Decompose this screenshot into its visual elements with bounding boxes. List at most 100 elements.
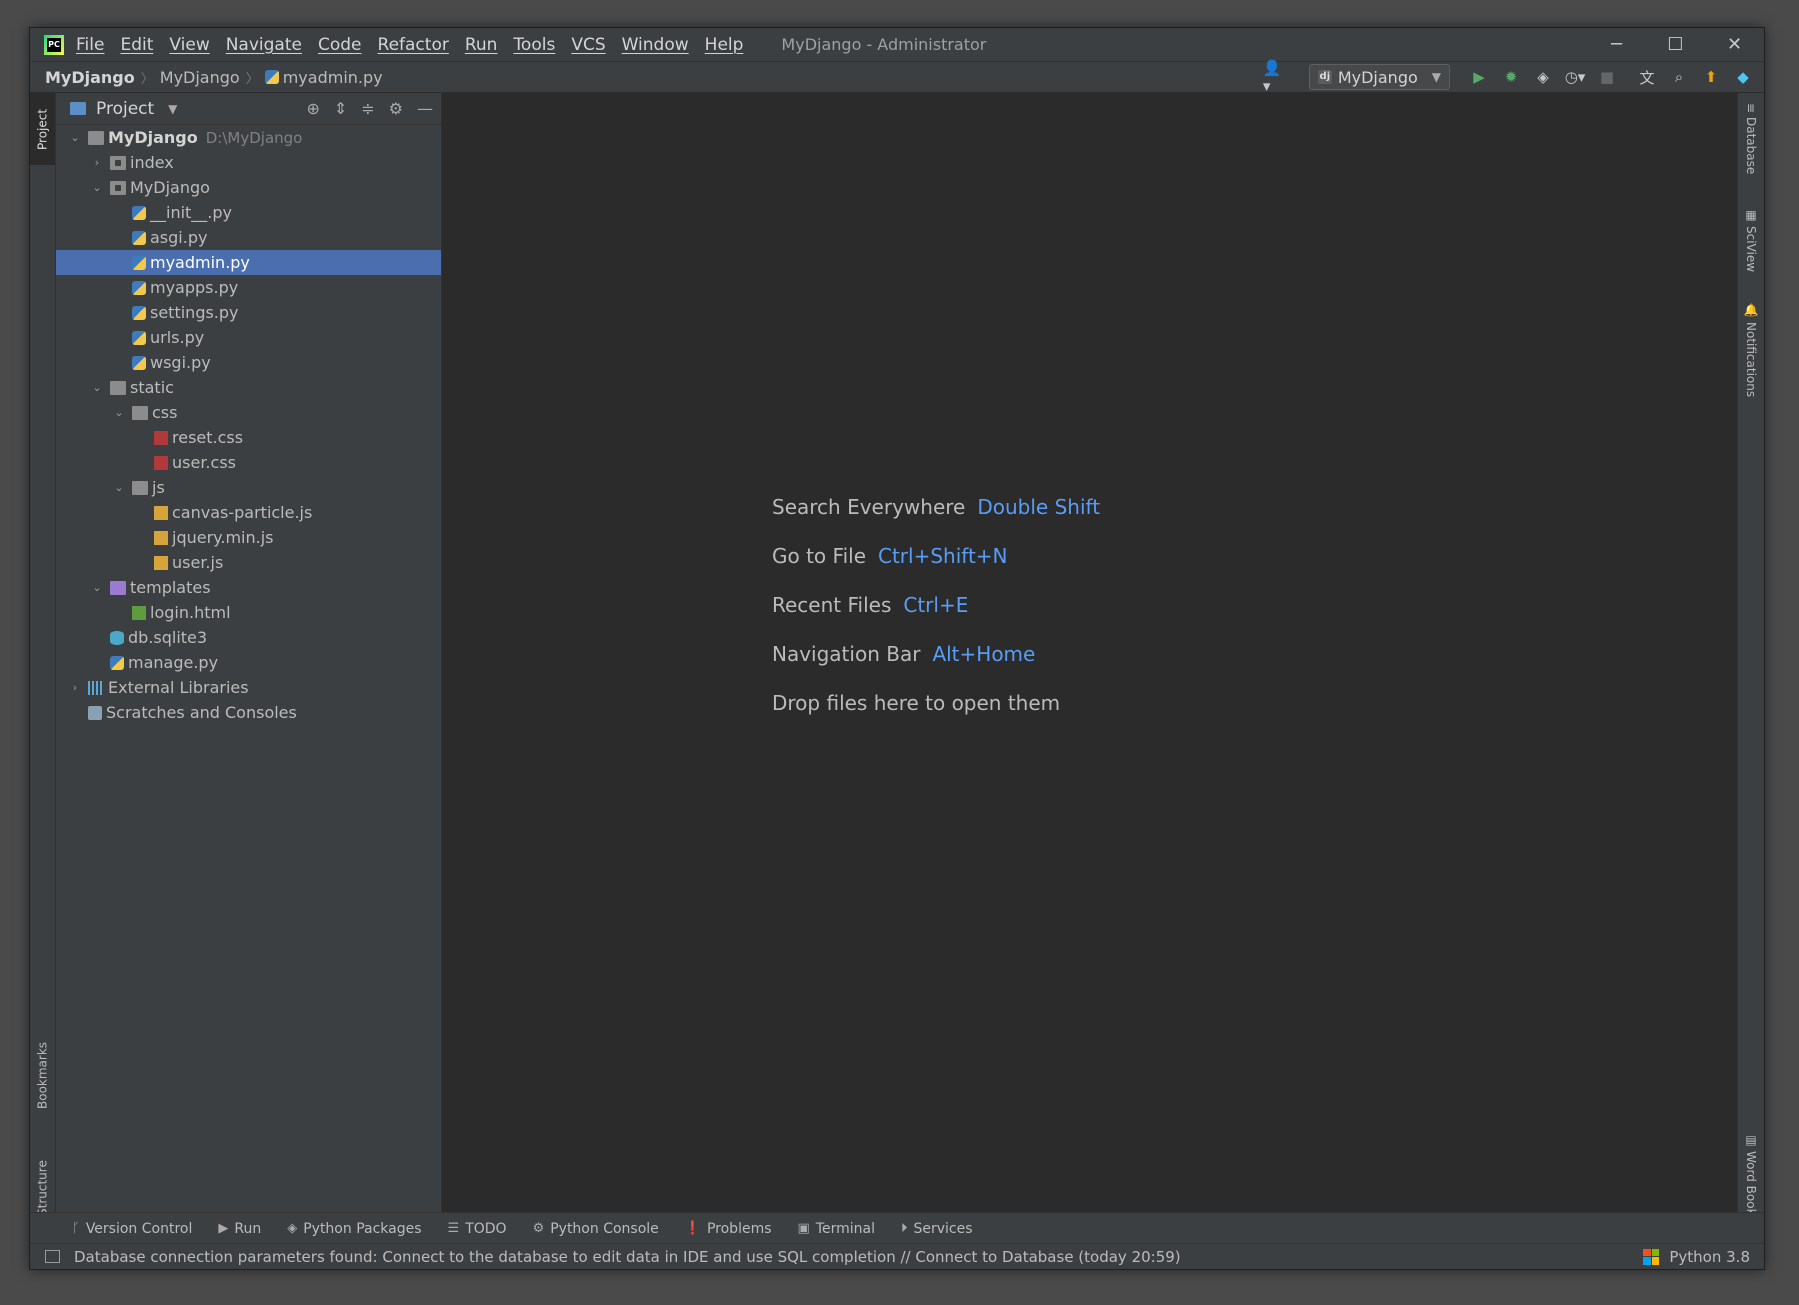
notifications-tool-tab[interactable]: 🔔 Notifications xyxy=(1738,303,1764,413)
status-bar: Database connection parameters found: Co… xyxy=(30,1243,1764,1269)
tree-item-label: js xyxy=(152,478,165,497)
tree-item-label: index xyxy=(130,153,174,172)
menu-code[interactable]: Code xyxy=(318,35,362,55)
tree-item[interactable]: ⌄ MyDjango xyxy=(56,175,441,200)
tree-item[interactable]: ⌄ MyDjango D:\MyDjango xyxy=(56,125,441,150)
tool-tab-run[interactable]: ▶ Run xyxy=(218,1221,261,1237)
chevron-right-icon[interactable]: › xyxy=(68,681,82,694)
menu-view[interactable]: View xyxy=(169,35,209,55)
run-icon[interactable]: ▶ xyxy=(1466,64,1492,90)
python-interpreter[interactable]: Python 3.8 xyxy=(1669,1248,1750,1266)
toggle-tool-windows-icon[interactable] xyxy=(45,1250,60,1263)
coverage-icon[interactable]: ◈ xyxy=(1530,64,1556,90)
update-icon[interactable]: ⬆ xyxy=(1698,64,1724,90)
tree-item[interactable]: jquery.min.js xyxy=(56,525,441,550)
js-file-icon xyxy=(154,530,168,545)
tool-tab-services[interactable]: ⏵ Services xyxy=(901,1221,973,1237)
chevron-down-icon[interactable]: ⌄ xyxy=(112,406,126,419)
database-tool-tab[interactable]: ≡ Database xyxy=(1738,103,1764,183)
tree-item[interactable]: urls.py xyxy=(56,325,441,350)
project-panel: Project ▼ ⊕ ⇕ ≑ ⚙ — ⌄ MyDjango D:\MyDjango… xyxy=(56,93,442,1213)
tool-tab-label: Run xyxy=(234,1220,262,1237)
menu-navigate[interactable]: Navigate xyxy=(226,35,302,55)
menu-vcs[interactable]: VCS xyxy=(571,35,605,55)
menu-refactor[interactable]: Refactor xyxy=(378,35,449,55)
chevron-down-icon[interactable]: ⌄ xyxy=(68,131,82,144)
plugin-icon[interactable]: ◆ xyxy=(1730,64,1756,90)
tree-item[interactable]: › index xyxy=(56,150,441,175)
tree-item[interactable]: db.sqlite3 xyxy=(56,625,441,650)
breadcrumb-project[interactable]: MyDjango xyxy=(45,68,135,87)
maximize-button[interactable]: ☐ xyxy=(1646,28,1705,61)
tree-item[interactable]: reset.css xyxy=(56,425,441,450)
run-configuration-select[interactable]: dj MyDjango ▼ xyxy=(1308,64,1450,90)
chevron-down-icon[interactable]: ⌄ xyxy=(90,181,104,194)
project-tool-tab[interactable]: Project xyxy=(30,93,55,165)
tree-item[interactable]: asgi.py xyxy=(56,225,441,250)
menu-tools[interactable]: Tools xyxy=(513,35,555,55)
menu-help[interactable]: Help xyxy=(705,35,744,55)
profile-icon[interactable]: ◷▾ xyxy=(1562,64,1588,90)
tree-item[interactable]: manage.py xyxy=(56,650,441,675)
tool-tab-problems[interactable]: ❗ Problems xyxy=(685,1221,772,1237)
tree-item[interactable]: user.css xyxy=(56,450,441,475)
tree-item[interactable]: Scratches and Consoles xyxy=(56,700,441,725)
gear-icon[interactable]: ⚙ xyxy=(389,99,403,118)
tree-item-label: jquery.min.js xyxy=(172,528,274,547)
collapse-all-icon[interactable]: ≑ xyxy=(361,99,374,118)
tree-item[interactable]: myadmin.py xyxy=(56,250,441,275)
chevron-down-icon[interactable]: ⌄ xyxy=(90,381,104,394)
menu-window[interactable]: Window xyxy=(622,35,689,55)
tree-item[interactable]: ⌄ js xyxy=(56,475,441,500)
scratches-icon xyxy=(88,705,102,720)
tree-item[interactable]: ⌄ css xyxy=(56,400,441,425)
chevron-down-icon[interactable]: ⌄ xyxy=(112,481,126,494)
tree-item[interactable]: canvas-particle.js xyxy=(56,500,441,525)
tree-item[interactable]: ⌄ static xyxy=(56,375,441,400)
minimize-button[interactable]: ─ xyxy=(1587,28,1646,61)
play-icon: ▶ xyxy=(218,1221,229,1236)
tree-item[interactable]: __init__.py xyxy=(56,200,441,225)
hint-shortcut: Ctrl+E xyxy=(903,593,969,617)
tree-item-label: static xyxy=(130,378,174,397)
tree-item[interactable]: wsgi.py xyxy=(56,350,441,375)
status-message[interactable]: Database connection parameters found: Co… xyxy=(74,1248,1181,1266)
user-account-icon[interactable]: 👤▾ xyxy=(1263,59,1289,95)
breadcrumb-file[interactable]: myadmin.py xyxy=(264,68,383,87)
tool-tab-todo[interactable]: ☰ TODO xyxy=(448,1221,507,1237)
locate-file-icon[interactable]: ⊕ xyxy=(306,99,319,118)
database-tab-label: Database xyxy=(1744,117,1758,175)
menu-edit[interactable]: Edit xyxy=(120,35,153,55)
stop-icon[interactable]: ■ xyxy=(1594,64,1620,90)
sciview-tool-tab[interactable]: ▦ SciView xyxy=(1738,208,1764,283)
search-icon[interactable]: ⌕ xyxy=(1666,64,1692,90)
tree-item[interactable]: settings.py xyxy=(56,300,441,325)
tool-tab-python-packages[interactable]: ◈ Python Packages xyxy=(287,1221,421,1237)
chevron-down-icon[interactable]: ▼ xyxy=(168,102,177,116)
expand-all-icon[interactable]: ⇕ xyxy=(334,99,347,118)
hide-panel-icon[interactable]: — xyxy=(417,99,433,118)
tree-item[interactable]: myapps.py xyxy=(56,275,441,300)
bookmarks-tab-label: Bookmarks xyxy=(35,1041,50,1110)
python-file-icon xyxy=(264,70,279,84)
translate-icon[interactable]: 文 xyxy=(1634,64,1660,90)
project-panel-title[interactable]: Project xyxy=(96,99,154,119)
tree-item[interactable]: user.js xyxy=(56,550,441,575)
chevron-down-icon[interactable]: ⌄ xyxy=(90,581,104,594)
menu-file[interactable]: File xyxy=(76,35,104,55)
debug-icon[interactable]: ✹ xyxy=(1498,64,1524,90)
tool-tab-version-control[interactable]: ᚴ Version Control xyxy=(72,1221,192,1237)
editor-area[interactable]: Search Everywhere Double Shift Go to File C… xyxy=(442,93,1737,1213)
tree-item[interactable]: login.html xyxy=(56,600,441,625)
breadcrumb-package[interactable]: MyDjango xyxy=(160,68,240,87)
close-button[interactable]: ✕ xyxy=(1705,28,1764,61)
menu-run[interactable]: Run xyxy=(465,35,498,55)
tree-item-label: css xyxy=(152,403,178,422)
tool-tab-terminal[interactable]: ▣ Terminal xyxy=(798,1221,875,1237)
chevron-right-icon[interactable]: › xyxy=(90,156,104,169)
tree-item-label: user.js xyxy=(172,553,224,572)
bookmarks-tool-tab[interactable]: Bookmarks xyxy=(30,1028,55,1123)
tool-tab-python-console[interactable]: ⚙ Python Console xyxy=(533,1221,659,1237)
tree-item[interactable]: ⌄ templates xyxy=(56,575,441,600)
tree-item[interactable]: › External Libraries xyxy=(56,675,441,700)
